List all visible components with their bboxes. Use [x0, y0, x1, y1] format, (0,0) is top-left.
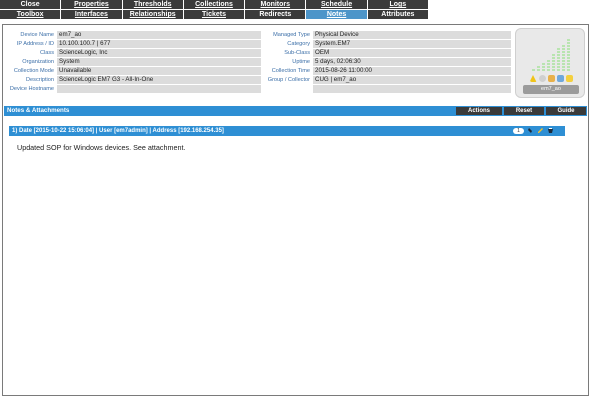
- info-row-class: Class ScienceLogic, Inc: [5, 49, 261, 57]
- attachment-count-badge[interactable]: 1: [513, 128, 524, 134]
- info-row-organization: Organization System: [5, 58, 261, 66]
- device-status-icons: [522, 75, 580, 83]
- tab-redirects[interactable]: Redirects: [245, 10, 307, 20]
- note-entry-title: 1) Date [2015-10-22 15:06:04] | User [em…: [12, 128, 224, 134]
- info-row-description: Description ScienceLogic EM7 G3 - All-In…: [5, 76, 261, 84]
- tools-icon[interactable]: [547, 75, 555, 82]
- tab-logs[interactable]: Logs: [367, 0, 429, 10]
- tab-close[interactable]: Close: [0, 0, 62, 10]
- note-entry-text: Updated SOP for Windows devices. See att…: [17, 143, 186, 152]
- device-icon-card[interactable]: em7_ao: [515, 28, 585, 98]
- info-label: Category: [287, 41, 310, 47]
- reset-button[interactable]: Reset: [504, 107, 544, 115]
- guide-button[interactable]: Guide: [546, 107, 586, 115]
- info-label: Collection Mode: [13, 68, 54, 74]
- info-label: Organization: [22, 59, 54, 65]
- info-value: 10.100.100.7 | 677: [57, 40, 261, 48]
- info-label: Group / Collector: [267, 77, 310, 83]
- warning-icon[interactable]: [529, 75, 537, 82]
- notes-title: Notes & Attachments: [7, 107, 70, 114]
- info-value: [313, 85, 511, 93]
- info-row-blank: [313, 85, 511, 93]
- tab-interfaces[interactable]: Interfaces: [61, 10, 123, 20]
- tab-relationships[interactable]: Relationships: [122, 10, 184, 20]
- alert-icon[interactable]: [565, 75, 573, 82]
- info-value: System.EM7: [313, 40, 511, 48]
- tab-schedule[interactable]: Schedule: [306, 0, 368, 10]
- info-label: Description: [26, 77, 54, 83]
- signal-bars-icon: [524, 35, 576, 71]
- info-row-collection-time: Collection Time 2015-08-26 11:00:00: [263, 67, 511, 75]
- info-value: Physical Device: [313, 31, 511, 39]
- info-row-category: Category System.EM7: [263, 40, 511, 48]
- tab-notes[interactable]: Notes: [306, 10, 368, 20]
- info-row-collection-mode: Collection Mode Unavailable: [5, 67, 261, 75]
- info-value: System: [57, 58, 261, 66]
- top-tab-bar: Close Properties Thresholds Collections …: [0, 0, 429, 20]
- tab-attributes[interactable]: Attributes: [367, 10, 429, 20]
- info-row-group-collector: Group / Collector CUG | em7_ao: [263, 76, 511, 84]
- info-row-uptime: Uptime 5 days, 02:06:30: [263, 58, 511, 66]
- tab-properties[interactable]: Properties: [61, 0, 123, 10]
- info-label: Device Hostname: [9, 86, 54, 92]
- availability-icon[interactable]: [538, 75, 546, 82]
- tab-row-2: Toolbox Interfaces Relationships Tickets…: [0, 10, 429, 20]
- info-label: Managed Type: [273, 32, 310, 38]
- info-value: 2015-08-26 11:00:00: [313, 67, 511, 75]
- device-name-label: em7_ao: [523, 85, 579, 94]
- info-label: Sub-Class: [284, 50, 310, 56]
- tab-toolbox[interactable]: Toolbox: [0, 10, 62, 20]
- info-label: Uptime: [292, 59, 310, 65]
- tab-thresholds[interactable]: Thresholds: [122, 0, 184, 10]
- info-value: OEM: [313, 49, 511, 57]
- info-value: 5 days, 02:06:30: [313, 58, 511, 66]
- graph-icon[interactable]: [556, 75, 564, 82]
- info-row-device-name: Device Name em7_ao: [5, 31, 261, 39]
- info-value: ScienceLogic EM7 G3 - All-In-One: [57, 76, 261, 84]
- tab-tickets[interactable]: Tickets: [183, 10, 246, 20]
- info-value: Unavailable: [57, 67, 261, 75]
- tab-row-1: Close Properties Thresholds Collections …: [0, 0, 429, 10]
- tab-monitors[interactable]: Monitors: [245, 0, 307, 10]
- info-label: IP Address / ID: [16, 41, 54, 47]
- info-row-device-hostname: Device Hostname: [5, 85, 261, 93]
- info-label: Class: [40, 50, 54, 56]
- device-notes-panel: Device Name em7_ao IP Address / ID 10.10…: [2, 24, 589, 396]
- info-label: Collection Time: [271, 68, 310, 74]
- info-value: em7_ao: [57, 31, 261, 39]
- info-value: ScienceLogic, Inc: [57, 49, 261, 57]
- notes-header-bar: Notes & Attachments Actions Reset Guide: [4, 106, 587, 116]
- info-label: Device Name: [20, 32, 54, 38]
- note-entry-header[interactable]: 1) Date [2015-10-22 15:06:04] | User [em…: [9, 126, 565, 136]
- tab-collections[interactable]: Collections: [183, 0, 246, 10]
- attachment-icon[interactable]: [527, 127, 534, 134]
- info-row-managed-type: Managed Type Physical Device: [263, 31, 511, 39]
- info-value: CUG | em7_ao: [313, 76, 511, 84]
- info-value: [57, 85, 261, 93]
- info-row-ip-address: IP Address / ID 10.100.100.7 | 677: [5, 40, 261, 48]
- info-row-sub-class: Sub-Class OEM: [263, 49, 511, 57]
- actions-button[interactable]: Actions: [456, 107, 502, 115]
- edit-icon[interactable]: [537, 127, 544, 134]
- delete-icon[interactable]: [547, 127, 554, 134]
